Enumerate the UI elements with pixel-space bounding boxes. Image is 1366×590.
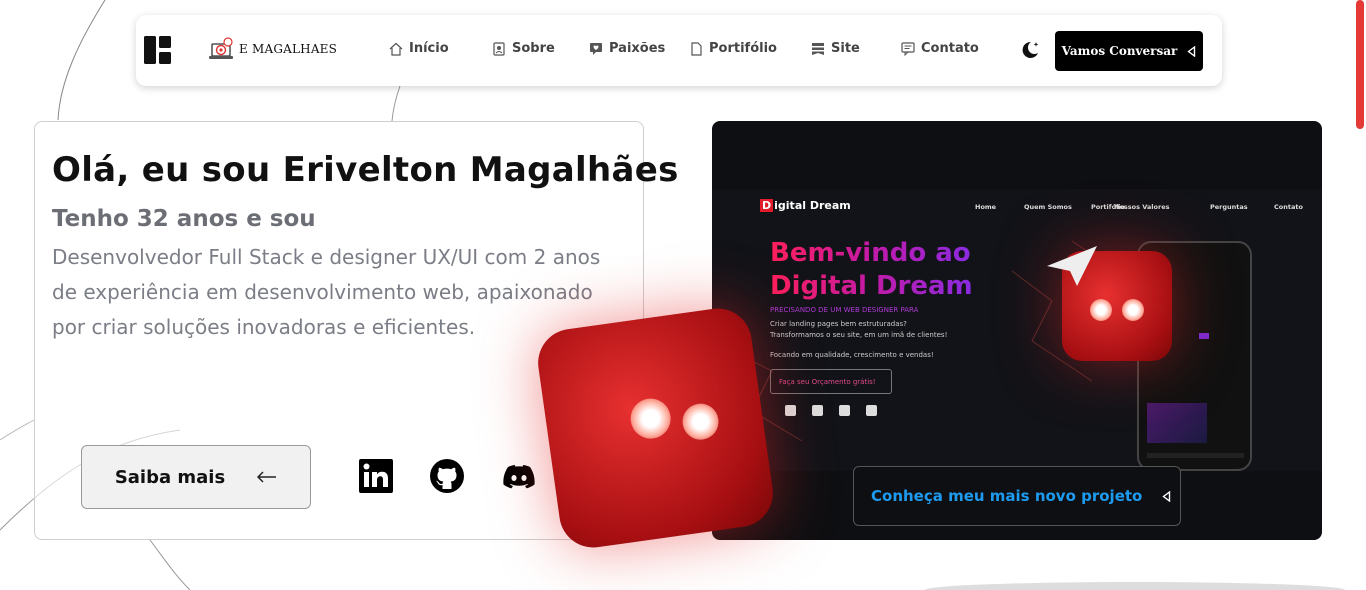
nav-item-label: Contato: [921, 41, 979, 56]
project-title: Bem-vindo ao Digital Dream: [770, 238, 973, 301]
document-icon: [691, 41, 702, 56]
paper-plane-icon: [1047, 246, 1097, 286]
project-nav-item: Home: [975, 203, 997, 211]
nav-item-label: Site: [831, 41, 860, 56]
nav-item-inicio[interactable]: Início: [389, 41, 449, 56]
home-icon: [389, 42, 403, 56]
nav-item-site[interactable]: Site: [811, 41, 860, 56]
nav-item-portifolio[interactable]: Portifólio: [689, 41, 777, 56]
project-nav-item: Nossos Valores: [1114, 203, 1170, 211]
message-icon: [901, 41, 915, 56]
scrollbar-thumb[interactable]: [1356, 0, 1364, 129]
saiba-mais-button[interactable]: Saiba mais: [81, 445, 311, 509]
hero-subtitle: Tenho 32 anos e sou: [52, 206, 316, 232]
project-brand: Digital Dream: [760, 199, 851, 212]
brand-logo[interactable]: E MAGALHAES: [209, 37, 337, 61]
project-nav-item: Contato: [1274, 203, 1303, 211]
top-navbar: E MAGALHAES Início Sobre Paixões Portifó…: [136, 15, 1222, 86]
github-icon[interactable]: [429, 458, 465, 494]
discord-cube-small: [1047, 246, 1172, 361]
arrow-left-icon: [257, 471, 277, 483]
nav-item-label: Paixões: [609, 41, 666, 56]
project-line: Focando em qualidade, crescimento e vend…: [770, 351, 934, 359]
hero-card: Olá, eu sou Erivelton Magalhães Tenho 32…: [34, 121, 678, 540]
hero-title: Olá, eu sou Erivelton Magalhães: [52, 150, 679, 190]
discord-cube-large: [533, 304, 778, 552]
chevron-left-icon: [1162, 490, 1171, 502]
user-badge-icon: [493, 41, 505, 56]
project-preview[interactable]: Digital Dream Home Quem Somos Portifólio…: [712, 121, 1322, 540]
project-social-icon: [812, 405, 823, 416]
project-social-icon: [785, 405, 796, 416]
logo-grid-icon[interactable]: [144, 36, 171, 64]
nav-item-label: Portifólio: [709, 41, 777, 56]
moon-icon[interactable]: [1019, 39, 1041, 61]
project-line: Criar landing pages bem estruturadas?: [770, 320, 907, 328]
project-cta: Faça seu Orçamento grátis!: [770, 369, 892, 394]
project-nav-item: Quem Somos: [1024, 203, 1072, 211]
discord-icon[interactable]: [501, 458, 537, 494]
project-social-icon: [866, 405, 877, 416]
saiba-mais-label: Saiba mais: [114, 466, 226, 488]
linkedin-icon[interactable]: [358, 458, 394, 494]
nav-item-paixoes[interactable]: Paixões: [589, 41, 665, 56]
nav-item-label: Sobre: [512, 41, 555, 56]
hero-description: Desenvolvedor Full Stack e designer UX/U…: [52, 245, 601, 339]
nav-item-sobre[interactable]: Sobre: [492, 41, 555, 56]
project-social-icon: [839, 405, 850, 416]
nav-item-label: Início: [409, 41, 449, 56]
cta-label: Vamos Conversar: [1061, 44, 1178, 58]
conheca-projeto-button[interactable]: Conheça meu mais novo projeto: [853, 466, 1181, 526]
brand-name: E MAGALHAES: [239, 42, 338, 56]
project-line: Transformamos o seu site, em um imã de c…: [770, 331, 948, 339]
project-tagline: PRECISANDO DE UM WEB DESIGNER PARA: [770, 306, 919, 314]
project-nav-item: Perguntas: [1210, 203, 1248, 211]
vamos-conversar-button[interactable]: Vamos Conversar: [1055, 31, 1203, 71]
chevron-left-icon: [1187, 45, 1196, 57]
nav-item-contato[interactable]: Contato: [901, 41, 979, 56]
project-button-label: Conheça meu mais novo projeto: [871, 487, 1143, 505]
layers-icon: [812, 42, 824, 55]
heart-chat-icon: [590, 42, 602, 55]
target-laptop-icon: [209, 37, 233, 59]
